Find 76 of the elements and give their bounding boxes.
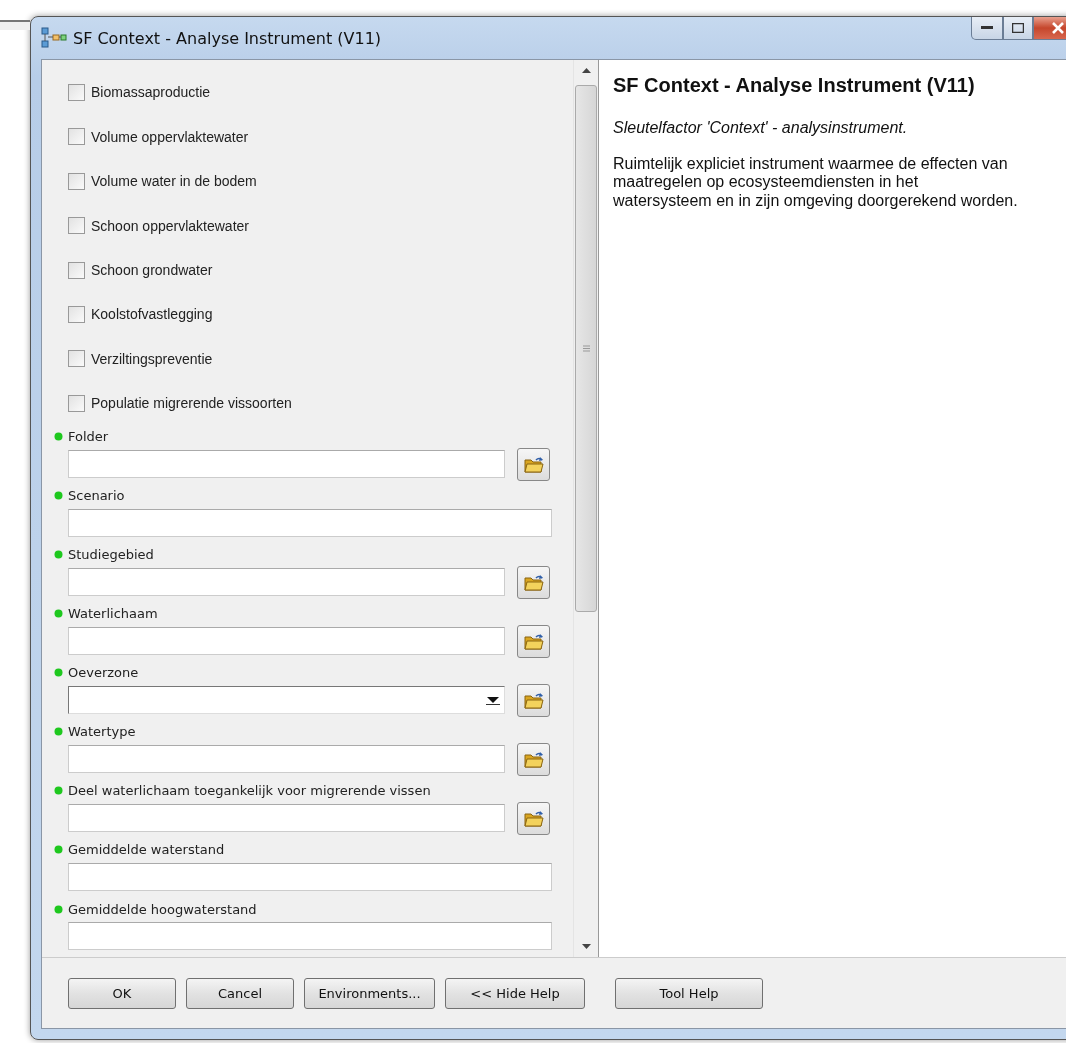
help-title: SF Context - Analyse Instrument (V11): [613, 74, 976, 97]
required-dot-icon: [54, 845, 63, 855]
input-field[interactable]: [68, 862, 552, 891]
dropdown-field[interactable]: [68, 685, 505, 714]
required-dot-icon: [54, 904, 63, 914]
dialog-button[interactable]: Cancel: [186, 977, 294, 1009]
browse-button[interactable]: [517, 565, 550, 599]
checkbox-label: Schoon oppervlaktewater: [91, 217, 249, 234]
parameter-label: Gemiddelde waterstand: [68, 842, 225, 858]
minimize-button[interactable]: [971, 17, 1003, 40]
parameter-label: Oeverzone: [68, 665, 139, 681]
required-dot-icon: [54, 727, 63, 737]
model-icon: [41, 27, 67, 49]
required-dot-icon: [54, 491, 63, 501]
input-field[interactable]: [68, 449, 505, 478]
close-icon: [1051, 22, 1065, 34]
window-title: SF Context - Analyse Instrument (V11): [73, 28, 382, 48]
dialog-button[interactable]: Environments...: [304, 977, 435, 1009]
maximize-button[interactable]: [1003, 17, 1033, 40]
checkbox-label: Volume oppervlaktewater: [91, 128, 249, 145]
input-field[interactable]: [68, 626, 505, 655]
minimize-icon: [981, 26, 993, 30]
browse-button[interactable]: [517, 683, 550, 717]
tool-help-button[interactable]: Tool Help: [615, 977, 763, 1009]
parameter-label: Deel waterlichaam toegankelijk voor migrerende vissen: [68, 783, 431, 799]
checkbox[interactable]: [68, 261, 85, 279]
scrollbar[interactable]: [573, 60, 598, 957]
required-dot-icon: [54, 609, 63, 619]
checkbox[interactable]: [68, 306, 85, 323]
checkbox-label: Verziltingspreventie: [91, 350, 213, 367]
parameter-label: Watertype: [68, 724, 136, 740]
folder-icon: [523, 691, 544, 709]
maximize-icon: [1012, 23, 1024, 33]
checkbox[interactable]: [68, 350, 85, 368]
parameter-label: Gemiddelde hoogwaterstand: [68, 901, 257, 917]
checkbox-label: Populatie migrerende vissoorten: [91, 395, 292, 412]
checkbox[interactable]: [68, 83, 85, 101]
folder-icon: [523, 809, 544, 827]
parameter-label: Waterlichaam: [68, 606, 158, 622]
browse-button[interactable]: [517, 447, 550, 481]
dialog-button[interactable]: << Hide Help: [445, 977, 585, 1009]
scroll-up-icon[interactable]: [581, 68, 591, 73]
browse-button[interactable]: [517, 801, 550, 835]
input-field[interactable]: [68, 803, 505, 832]
folder-icon: [523, 573, 544, 591]
parameter-label: Folder: [68, 429, 109, 445]
dropdown-arrow-icon[interactable]: [486, 694, 500, 705]
checkbox[interactable]: [68, 217, 85, 235]
required-dot-icon: [54, 668, 63, 678]
parameter-label: Studiegebied: [68, 547, 154, 563]
help-summary: Sleutelfactor 'Context' - analysinstrument.: [613, 119, 909, 137]
folder-icon: [523, 455, 544, 473]
browse-button[interactable]: [517, 742, 550, 776]
scroll-down-icon[interactable]: [581, 944, 591, 949]
help-description: Ruimtelijk expliciet instrument waarmee de effecten van maatregelen op ecosysteemdiensten in het watersysteem en in zijn omgeving doorgerekend worden.: [613, 155, 1018, 211]
parameter-label: Scenario: [68, 488, 125, 504]
checkbox[interactable]: [68, 172, 85, 190]
input-field[interactable]: [68, 567, 505, 596]
required-dot-icon: [54, 786, 63, 796]
input-field[interactable]: [68, 922, 552, 950]
required-dot-icon: [54, 550, 63, 560]
dialog-button[interactable]: OK: [68, 977, 176, 1009]
checkbox-label: Koolstofvastlegging: [91, 306, 213, 323]
checkbox-label: Volume water in de bodem: [91, 173, 257, 190]
scroll-thumb[interactable]: [575, 85, 597, 612]
window-edge: [0, 20, 30, 30]
folder-icon: [523, 750, 544, 768]
checkbox-label: Schoon grondwater: [91, 262, 213, 279]
checkbox[interactable]: [68, 394, 85, 412]
required-dot-icon: [54, 432, 63, 442]
checkbox-label: Biomassaproductie: [91, 84, 211, 101]
browse-button[interactable]: [517, 624, 550, 658]
checkbox[interactable]: [68, 128, 85, 146]
input-field[interactable]: [68, 744, 505, 773]
input-field[interactable]: [68, 508, 552, 537]
folder-icon: [523, 632, 544, 650]
